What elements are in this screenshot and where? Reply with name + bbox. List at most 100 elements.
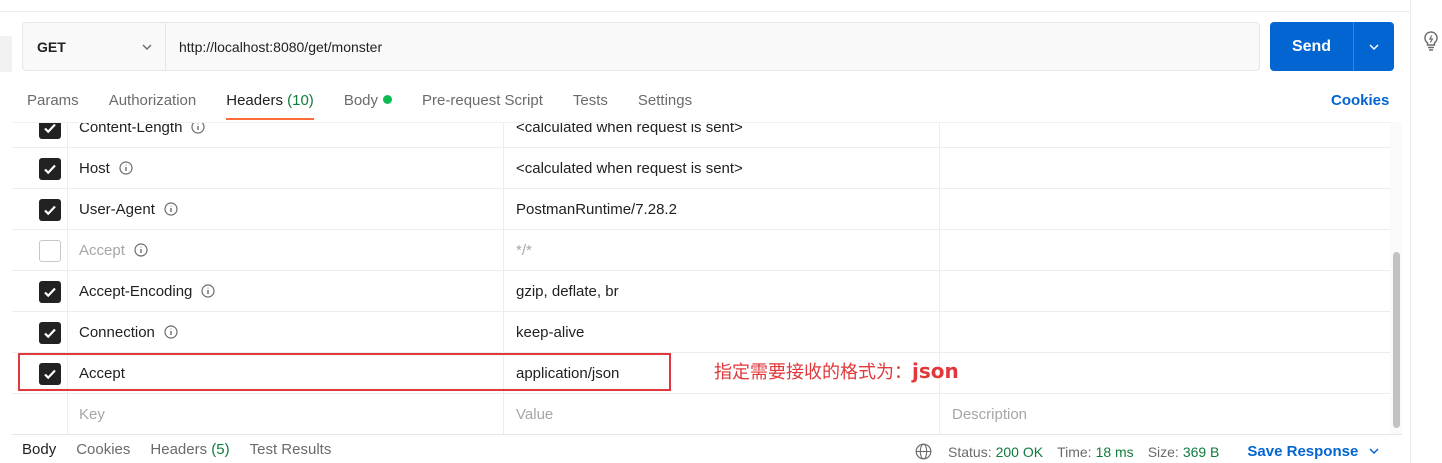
header-description[interactable] — [940, 189, 1390, 229]
checkmark-icon — [44, 369, 56, 380]
row-checkbox[interactable] — [39, 363, 61, 385]
header-value[interactable]: PostmanRuntime/7.28.2 — [504, 189, 940, 229]
tab-label: Test Results — [249, 441, 332, 458]
header-value[interactable]: keep-alive — [504, 312, 940, 352]
key-text: Accept — [79, 241, 125, 259]
tab-authorization[interactable]: Authorization — [94, 82, 212, 120]
row-checkbox[interactable] — [39, 123, 61, 139]
cookies-link[interactable]: Cookies — [1331, 92, 1389, 109]
table-row: Accept-Encoding gzip, deflate, br — [12, 271, 1390, 312]
checkmark-icon — [44, 328, 56, 339]
header-value[interactable]: gzip, deflate, br — [504, 271, 940, 311]
table-row: Host <calculated when request is sent> — [12, 148, 1390, 189]
key-text: Accept — [79, 364, 125, 382]
table-row: Key Value Description — [12, 394, 1390, 434]
table-row: Accept application/json — [12, 353, 1390, 394]
request-url-bar: GET http://localhost:8080/get/monster — [22, 22, 1260, 71]
key-text: Accept-Encoding — [79, 282, 193, 300]
header-key[interactable]: Host — [68, 148, 504, 188]
send-button[interactable]: Send — [1270, 22, 1394, 71]
lightbulb-icon[interactable] — [1422, 30, 1440, 52]
gutter-marker — [0, 36, 12, 72]
checkmark-icon — [44, 205, 56, 216]
response-tab-headers[interactable]: Headers (5) — [140, 441, 239, 463]
checkbox-cell — [12, 123, 68, 147]
request-tabs: Params Authorization Headers (10) Body P… — [12, 82, 1402, 122]
annotation-text: 指定需要接收的格式为： — [714, 362, 912, 383]
status-dot-icon — [383, 95, 393, 104]
tab-headers[interactable]: Headers (10) — [211, 82, 329, 120]
tab-settings[interactable]: Settings — [623, 82, 707, 120]
header-key[interactable]: Connection — [68, 312, 504, 352]
response-tab-body[interactable]: Body — [12, 441, 66, 463]
info-icon — [164, 202, 178, 216]
header-value[interactable]: */* — [504, 230, 940, 270]
new-key-input[interactable]: Key — [68, 394, 504, 434]
response-tab-cookies[interactable]: Cookies — [66, 441, 140, 463]
tab-body[interactable]: Body — [329, 82, 407, 120]
checkmark-icon — [44, 123, 56, 134]
method-value: GET — [37, 38, 66, 55]
key-text: Connection — [79, 323, 155, 341]
top-strip — [0, 0, 1410, 12]
response-tab-test-results[interactable]: Test Results — [240, 441, 342, 463]
header-description[interactable] — [940, 148, 1390, 188]
new-value-input[interactable]: Value — [504, 394, 940, 434]
row-checkbox[interactable] — [39, 281, 61, 303]
header-description[interactable] — [940, 312, 1390, 352]
tab-pre-request-script[interactable]: Pre-request Script — [407, 82, 558, 120]
tab-label: Params — [27, 92, 79, 109]
new-description-input[interactable]: Description — [940, 394, 1390, 434]
info-icon — [191, 123, 206, 134]
info-icon — [201, 284, 216, 298]
table-row: Content-Length <calculated when request … — [12, 123, 1390, 148]
row-checkbox[interactable] — [39, 240, 61, 262]
key-text: User-Agent — [79, 200, 155, 218]
send-label: Send — [1270, 22, 1354, 71]
url-input[interactable]: http://localhost:8080/get/monster — [166, 39, 1259, 55]
header-value[interactable]: <calculated when request is sent> — [504, 148, 940, 188]
header-description[interactable] — [940, 271, 1390, 311]
tab-tests[interactable]: Tests — [558, 82, 623, 120]
header-key[interactable]: Content-Length — [68, 123, 504, 147]
header-key[interactable]: Accept — [68, 353, 504, 393]
left-gutter — [0, 12, 12, 463]
table-row: Connection keep-alive — [12, 312, 1390, 353]
annotation-emphasis: json — [912, 359, 959, 383]
method-select[interactable]: GET — [23, 23, 166, 70]
tab-label: Headers — [226, 92, 283, 109]
table-row: User-Agent PostmanRuntime/7.28.2 — [12, 189, 1390, 230]
header-key[interactable]: User-Agent — [68, 189, 504, 229]
chevron-down-icon — [142, 44, 152, 50]
tab-label: Pre-request Script — [422, 92, 543, 109]
response-bar: Body Cookies Headers (5) Test Results St… — [12, 434, 1402, 463]
right-rail — [1410, 0, 1442, 463]
header-key[interactable]: Accept-Encoding — [68, 271, 504, 311]
tab-label: Settings — [637, 92, 693, 109]
chevron-down-icon — [1369, 448, 1379, 455]
row-checkbox[interactable] — [39, 199, 61, 221]
tab-count: (5) — [211, 441, 230, 458]
row-checkbox[interactable] — [39, 322, 61, 344]
header-description[interactable] — [940, 123, 1390, 147]
status-label: Status: — [948, 443, 992, 460]
tab-label: Body — [343, 92, 379, 109]
save-response-button[interactable]: Save Response — [1247, 443, 1380, 460]
send-options-dropdown[interactable] — [1354, 22, 1394, 71]
scrollbar-thumb[interactable] — [1393, 252, 1400, 428]
checkmark-icon — [44, 287, 56, 298]
row-checkbox[interactable] — [39, 158, 61, 180]
header-value[interactable]: <calculated when request is sent> — [504, 123, 940, 147]
globe-icon[interactable] — [915, 443, 932, 460]
status-value[interactable]: 200 OK — [996, 444, 1043, 460]
size-value[interactable]: 369 B — [1183, 444, 1220, 460]
time-value[interactable]: 18 ms — [1096, 444, 1134, 460]
checkbox-cell — [12, 312, 68, 352]
tab-params[interactable]: Params — [12, 82, 94, 120]
header-description[interactable] — [940, 353, 1390, 393]
tab-label: Cookies — [76, 441, 131, 458]
checkbox-cell — [12, 353, 68, 393]
save-response-label: Save Response — [1247, 443, 1359, 460]
header-description[interactable] — [940, 230, 1390, 270]
header-key[interactable]: Accept — [68, 230, 504, 270]
